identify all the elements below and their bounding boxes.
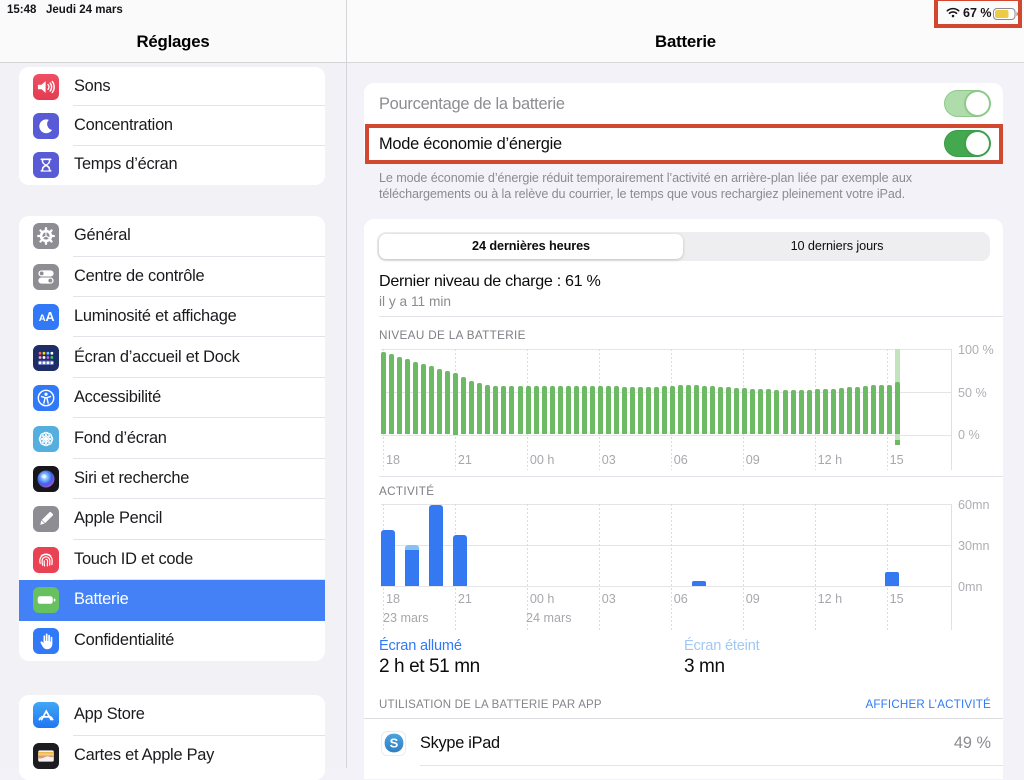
svg-text:S: S: [389, 736, 398, 751]
svg-text:A: A: [46, 310, 55, 324]
